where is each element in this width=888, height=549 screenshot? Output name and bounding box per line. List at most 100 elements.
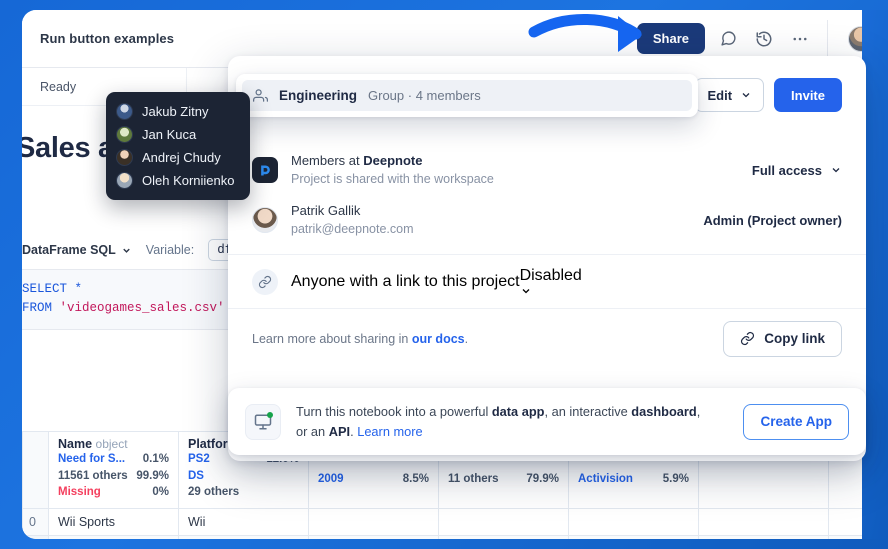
status-dot — [267, 411, 273, 418]
member-avatar — [116, 126, 133, 143]
column-stat: 11 others 79.9% — [448, 473, 559, 485]
chevron-down-icon — [123, 248, 130, 253]
index-header — [22, 430, 49, 510]
member-avatar — [116, 172, 133, 189]
workspace-share-row: Members at Deepnote Project is shared wi… — [228, 146, 866, 194]
history-icon[interactable] — [751, 26, 777, 52]
chevron-down-icon — [832, 168, 840, 173]
workspace-access-label: Full access — [751, 162, 822, 178]
column-type: object — [95, 437, 128, 451]
more-options-icon[interactable] — [787, 26, 813, 52]
column-stat: 11561 others 99.9% — [58, 469, 169, 482]
tooltip-member: Oleh Korniienko — [116, 169, 240, 192]
public-link-state: Disabled — [519, 266, 582, 284]
block-type-selector[interactable]: DataFrame SQL — [22, 243, 132, 257]
member-text: Patrik Gallik patrik@deepnote.com — [291, 202, 413, 238]
member-email: patrik@deepnote.com — [291, 221, 414, 236]
copy-link-button[interactable]: Copy link — [723, 320, 842, 357]
invite-button[interactable]: Invite — [774, 78, 842, 112]
autocomplete-option-meta: Group · 4 members — [368, 88, 481, 103]
copy-link-label: Copy link — [764, 331, 825, 346]
column-stat: Need for S... 0.1% — [58, 453, 169, 465]
row-index: 1 — [22, 535, 49, 539]
cell-extra — [828, 535, 874, 539]
create-app-banner: Turn this notebook into a powerful data … — [228, 388, 866, 455]
status-text: Ready — [40, 79, 77, 94]
member-name: Andrej Chudy — [142, 150, 221, 165]
column-stat: Activision 5.9% — [578, 473, 689, 485]
cell-platform: Wii — [178, 508, 309, 537]
member-name: Patrik Gallik — [291, 203, 361, 219]
member-name: Jakub Zitny — [142, 104, 209, 119]
member-name: Jan Kuca — [142, 127, 197, 142]
column-stat: DS — [188, 469, 204, 482]
create-app-button[interactable]: Create App — [743, 403, 849, 440]
comment-icon[interactable] — [715, 26, 741, 52]
cell-publisher — [568, 508, 699, 537]
document-title: Run button examples — [40, 31, 175, 46]
create-app-text: Turn this notebook into a powerful data … — [296, 402, 700, 440]
column-stat: Missing 0% — [58, 486, 169, 499]
column-stat: 29 others — [188, 486, 240, 499]
tooltip-member: Jan Kuca — [116, 123, 240, 146]
column-name: Name — [58, 437, 93, 451]
tooltip-member: Andrej Chudy — [116, 146, 240, 169]
cell-platform: NES — [178, 535, 309, 539]
app-monitor-icon — [245, 403, 281, 440]
member-row: Patrik Gallik patrik@deepnote.com Admin … — [228, 194, 866, 246]
learn-more-link[interactable]: Learn more — [357, 424, 422, 439]
member-role: Admin (Project owner) — [703, 212, 842, 228]
cell-genre — [438, 535, 569, 539]
chevron-down-icon — [742, 93, 750, 98]
table-body: 0 Wii Sports Wii 1 Super Mario Bros. NES — [22, 508, 874, 539]
share-dialog-footer: Learn more about sharing in our docs. Co… — [228, 308, 866, 368]
public-link-row: Anyone with a link to this project Disab… — [228, 254, 866, 308]
variable-label: Variable: — [145, 243, 195, 257]
share-button[interactable]: Share — [636, 23, 705, 54]
permission-label: Edit — [707, 87, 733, 103]
docs-hint: Learn more about sharing in our docs. — [252, 331, 469, 346]
avatar[interactable] — [848, 25, 874, 52]
cell-extra — [828, 508, 874, 537]
workspace-share-text: Members at Deepnote Project is shared wi… — [291, 152, 494, 188]
sql-star: * — [74, 282, 83, 296]
column-stat: 2009 8.5% — [318, 473, 429, 485]
docs-link[interactable]: our docs — [412, 332, 465, 346]
autocomplete-option-engineering[interactable]: Engineering Group · 4 members — [242, 80, 692, 111]
member-name: Oleh Korniienko — [142, 173, 235, 188]
table-row[interactable]: 0 Wii Sports Wii — [22, 508, 874, 537]
cell-name: Wii Sports — [48, 508, 179, 537]
invite-autocomplete-dropdown: Engineering Group · 4 members — [236, 74, 698, 117]
sql-keyword: SELECT — [22, 282, 68, 296]
row-index: 0 — [22, 508, 49, 537]
cell-sales — [698, 508, 829, 537]
cell-name: Super Mario Bros. — [48, 535, 179, 539]
column-header-name[interactable]: Name object Need for S... 0.1% 11561 othe… — [48, 430, 179, 510]
sql-string: 'videogames_sales.csv' — [59, 301, 225, 316]
autocomplete-option-name: Engineering — [279, 88, 358, 103]
cell-genre — [438, 508, 569, 537]
banner-line-2: or an API. Learn more — [296, 423, 423, 439]
link-icon — [741, 331, 755, 346]
cell-year — [308, 535, 439, 539]
members-tooltip: Jakub Zitny Jan Kuca Andrej Chudy Oleh K… — [106, 92, 250, 200]
cell-publisher — [568, 535, 699, 539]
member-avatar — [116, 103, 133, 120]
public-link-state-select[interactable]: Disabled — [520, 267, 582, 297]
permission-select[interactable]: Edit — [695, 78, 765, 112]
chevron-down-icon — [522, 288, 530, 293]
member-avatar — [252, 207, 278, 233]
workspace-logo-icon — [252, 157, 278, 183]
workspace-title: Members at Deepnote — [291, 153, 423, 169]
workspace-subtitle: Project is shared with the workspace — [291, 171, 494, 186]
cell-sales — [698, 535, 829, 539]
banner-line-1: Turn this notebook into a powerful data … — [296, 404, 701, 420]
table-row[interactable]: 1 Super Mario Bros. NES — [22, 535, 874, 539]
group-icon — [253, 89, 268, 102]
member-avatar — [116, 149, 133, 166]
workspace-access-select[interactable]: Full access — [752, 163, 842, 178]
public-link-label: Anyone with a link to this project — [291, 272, 520, 290]
cell-year — [308, 508, 439, 537]
tooltip-member: Jakub Zitny — [116, 100, 240, 123]
toolbar-divider — [827, 19, 828, 58]
